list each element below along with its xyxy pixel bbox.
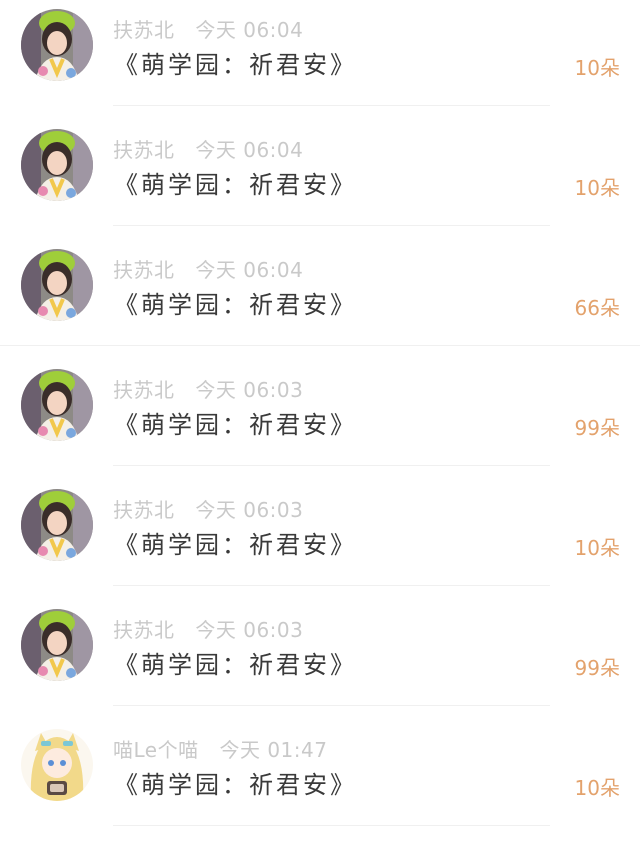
- user-avatar[interactable]: [21, 129, 93, 201]
- user-avatar[interactable]: [21, 729, 93, 801]
- row-divider: [0, 345, 640, 346]
- gift-message: 《萌学园：祈君安》: [114, 51, 357, 79]
- time-day: 今天: [195, 618, 237, 642]
- time-day: 今天: [219, 738, 261, 762]
- gift-message: 《萌学园：祈君安》: [114, 291, 357, 319]
- user-avatar[interactable]: [21, 9, 93, 81]
- gift-amount: 10朵: [574, 536, 620, 560]
- user-name[interactable]: 扶苏北: [113, 498, 175, 522]
- gift-row[interactable]: 扶苏北 今天 06:03 《萌学园：祈君安》 10朵: [0, 480, 640, 600]
- time-value: 06:03: [243, 378, 304, 402]
- gift-row[interactable]: 扶苏北 今天 06:03 《萌学园：祈君安》 99朵: [0, 600, 640, 720]
- gift-amount: 99朵: [574, 416, 620, 440]
- user-avatar[interactable]: [21, 369, 93, 441]
- user-name[interactable]: 扶苏北: [113, 378, 175, 402]
- girl-avatar-icon: [21, 249, 93, 321]
- gift-amount: 66朵: [574, 296, 620, 320]
- gift-amount: 99朵: [574, 656, 620, 680]
- gift-message: 《萌学园：祈君安》: [114, 171, 357, 199]
- row-divider: [113, 705, 550, 706]
- row-divider: [113, 105, 550, 106]
- girl-avatar-icon: [21, 489, 93, 561]
- time-value: 06:03: [243, 618, 304, 642]
- time-day: 今天: [195, 378, 237, 402]
- gift-row[interactable]: 扶苏北 今天 06:04 《萌学园：祈君安》 10朵: [0, 0, 640, 120]
- time-day: 今天: [195, 138, 237, 162]
- gift-row[interactable]: 喵Le个喵 今天 01:47 《萌学园：祈君安》 10朵: [0, 720, 640, 840]
- gift-record-list: 扶苏北 今天 06:04 《萌学园：祈君安》 10朵 扶苏北 今天 06:04 …: [0, 0, 640, 847]
- girl-avatar-icon: [21, 609, 93, 681]
- user-avatar[interactable]: [21, 489, 93, 561]
- gift-message: 《萌学园：祈君安》: [114, 651, 357, 679]
- time-value: 06:04: [243, 18, 304, 42]
- time-value: 06:04: [243, 258, 304, 282]
- girl-avatar-icon: [21, 9, 93, 81]
- user-name[interactable]: 扶苏北: [113, 138, 175, 162]
- gift-message: 《萌学园：祈君安》: [114, 771, 357, 799]
- time-value: 06:03: [243, 498, 304, 522]
- row-divider: [113, 825, 550, 826]
- gift-message: 《萌学园：祈君安》: [114, 411, 357, 439]
- gift-amount: 10朵: [574, 56, 620, 80]
- user-name[interactable]: 喵Le个喵: [113, 738, 199, 762]
- gift-message: 《萌学园：祈君安》: [114, 531, 357, 559]
- user-name[interactable]: 扶苏北: [113, 258, 175, 282]
- user-avatar[interactable]: [21, 249, 93, 321]
- gift-row[interactable]: 扶苏北 今天 06:03 《萌学园：祈君安》 99朵: [0, 360, 640, 480]
- user-name[interactable]: 扶苏北: [113, 18, 175, 42]
- row-divider: [113, 585, 550, 586]
- time-value: 01:47: [267, 738, 328, 762]
- row-divider: [113, 225, 550, 226]
- gift-amount: 10朵: [574, 176, 620, 200]
- user-avatar[interactable]: [21, 609, 93, 681]
- girl-avatar-icon: [21, 129, 93, 201]
- time-day: 今天: [195, 258, 237, 282]
- gift-amount: 10朵: [574, 776, 620, 800]
- row-divider: [113, 465, 550, 466]
- time-day: 今天: [195, 18, 237, 42]
- girl-avatar-icon: [21, 369, 93, 441]
- gift-row[interactable]: 扶苏北 今天 06:04 《萌学园：祈君安》 10朵: [0, 120, 640, 240]
- user-name[interactable]: 扶苏北: [113, 618, 175, 642]
- time-day: 今天: [195, 498, 237, 522]
- anime-avatar-icon: [21, 729, 93, 801]
- time-value: 06:04: [243, 138, 304, 162]
- gift-row[interactable]: 扶苏北 今天 06:04 《萌学园：祈君安》 66朵: [0, 240, 640, 360]
